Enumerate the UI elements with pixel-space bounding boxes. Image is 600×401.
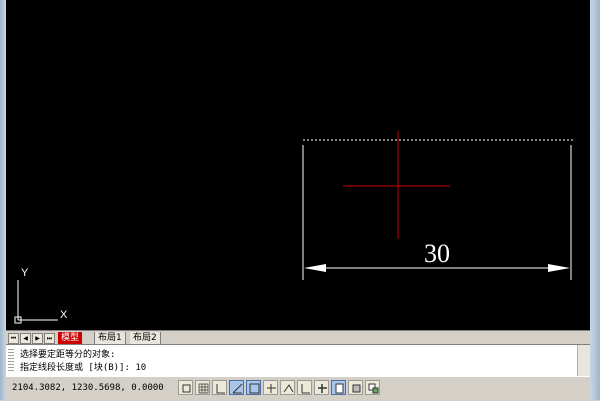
layout-tabs-bar: ⏮ ◀ ▶ ⏭ 模型 布局1 布局2 — [6, 330, 590, 345]
window-frame-right — [590, 0, 600, 400]
tab-model[interactable]: 模型 — [58, 332, 83, 344]
tab-layout1[interactable]: 布局1 — [94, 332, 126, 344]
otrack-toggle-icon — [283, 384, 294, 393]
osnap-toggle-icon — [249, 383, 260, 394]
lineweight-toggle[interactable] — [331, 380, 346, 395]
prev-tab-icon[interactable]: ◀ — [20, 333, 31, 344]
quickprops-toggle[interactable] — [365, 380, 380, 395]
polar-toggle[interactable] — [229, 380, 244, 395]
ucs-x-label: X — [60, 309, 68, 321]
transparency-toggle[interactable] — [348, 380, 363, 395]
polar-toggle-icon — [232, 383, 243, 394]
dimension-arrow-left — [304, 264, 326, 272]
3dosnap-toggle-icon — [267, 384, 276, 393]
command-window-grip[interactable] — [8, 349, 14, 373]
dimension-arrow-right — [548, 264, 570, 272]
dyn-toggle-icon — [318, 384, 327, 393]
snap-toggle[interactable] — [178, 380, 193, 395]
ducs-toggle-icon — [301, 384, 310, 394]
ortho-toggle-icon — [216, 384, 225, 394]
ucs-y-label: Y — [21, 267, 29, 279]
tab-layout2[interactable]: 布局2 — [130, 332, 161, 344]
status-bar: 2104.3082, 1230.5698, 0.0000 — [6, 376, 590, 401]
dyn-toggle[interactable] — [314, 380, 329, 395]
quickprops-toggle-icon — [368, 383, 379, 394]
command-input-line[interactable]: 指定线段长度或 [块(B)]: 10 — [20, 362, 146, 374]
last-tab-icon[interactable]: ⏭ — [44, 333, 55, 344]
3dosnap-toggle[interactable] — [263, 380, 278, 395]
dimension-text: 30 — [424, 239, 450, 268]
command-window: 选择要定距等分的对象: 指定线段长度或 [块(B)]: 10 — [6, 344, 590, 377]
drawing-canvas[interactable]: 30 Y X — [6, 0, 590, 330]
ucs-icon: Y X — [14, 267, 68, 324]
grid-toggle[interactable] — [195, 380, 210, 395]
snap-toggle-icon — [182, 384, 191, 393]
grid-toggle-icon — [198, 383, 209, 394]
lineweight-toggle-icon — [335, 383, 344, 394]
ortho-toggle[interactable] — [212, 380, 227, 395]
coordinates-readout[interactable]: 2104.3082, 1230.5698, 0.0000 — [12, 383, 164, 393]
transparency-toggle-icon — [352, 384, 361, 393]
command-history-line: 选择要定距等分的对象: — [20, 350, 116, 360]
next-tab-icon[interactable]: ▶ — [32, 333, 43, 344]
ducs-toggle[interactable] — [297, 380, 312, 395]
drawing-svg: 30 Y X — [14, 131, 574, 324]
otrack-toggle[interactable] — [280, 380, 295, 395]
command-scrollbar[interactable] — [577, 345, 590, 377]
first-tab-icon[interactable]: ⏮ — [8, 333, 19, 344]
osnap-toggle[interactable] — [246, 380, 261, 395]
